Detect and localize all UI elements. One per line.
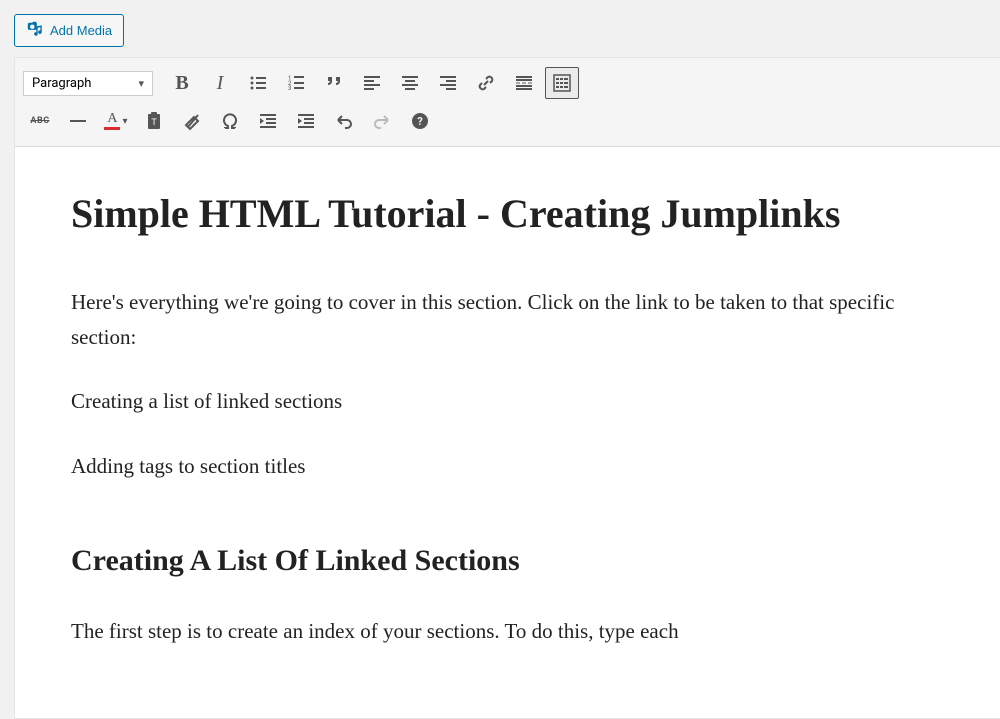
editor-content[interactable]: Simple HTML Tutorial - Creating Jumplink…: [15, 147, 1000, 718]
chevron-down-icon: ▾: [122, 116, 127, 127]
top-bar: Add Media: [0, 0, 1000, 57]
redo-button[interactable]: [365, 105, 399, 137]
bullet-list-button[interactable]: [241, 67, 275, 99]
undo-button[interactable]: [327, 105, 361, 137]
camera-music-icon: [26, 20, 44, 41]
format-dropdown-label: Paragraph: [32, 76, 91, 91]
italic-button[interactable]: I: [203, 67, 237, 99]
align-center-button[interactable]: [393, 67, 427, 99]
text-color-icon: A: [104, 112, 120, 130]
content-paragraph: Creating a list of linked sections: [71, 384, 944, 419]
editor-container: Paragraph B I 123: [14, 57, 1000, 719]
special-character-button[interactable]: [213, 105, 247, 137]
add-media-label: Add Media: [50, 23, 112, 38]
svg-text:?: ?: [417, 115, 423, 128]
content-heading-1: Simple HTML Tutorial - Creating Jumplink…: [71, 191, 944, 237]
add-media-button[interactable]: Add Media: [14, 14, 124, 47]
help-button[interactable]: ?: [403, 105, 437, 137]
horizontal-rule-button[interactable]: [61, 105, 95, 137]
strikethrough-button[interactable]: ABC: [23, 105, 57, 137]
text-color-button[interactable]: A ▾: [99, 105, 133, 137]
bold-button[interactable]: B: [165, 67, 199, 99]
editor-toolbar: Paragraph B I 123: [15, 58, 1000, 147]
paste-as-text-button[interactable]: T: [137, 105, 171, 137]
clear-formatting-button[interactable]: [175, 105, 209, 137]
align-right-button[interactable]: [431, 67, 465, 99]
blockquote-button[interactable]: [317, 67, 351, 99]
svg-text:T: T: [151, 118, 157, 128]
toolbar-toggle-button[interactable]: [545, 67, 579, 99]
read-more-button[interactable]: [507, 67, 541, 99]
format-dropdown[interactable]: Paragraph: [23, 71, 153, 96]
content-paragraph: Here's everything we're going to cover i…: [71, 285, 944, 354]
align-left-button[interactable]: [355, 67, 389, 99]
outdent-button[interactable]: [251, 105, 285, 137]
indent-button[interactable]: [289, 105, 323, 137]
content-paragraph: Adding tags to section titles: [71, 449, 944, 484]
content-paragraph: The first step is to create an index of …: [71, 614, 944, 649]
content-heading-2: Creating A List Of Linked Sections: [71, 544, 944, 578]
toolbar-row-1: Paragraph B I 123: [23, 64, 992, 102]
svg-text:3: 3: [288, 85, 291, 92]
numbered-list-button[interactable]: 123: [279, 67, 313, 99]
toolbar-row-2: ABC A ▾ T: [23, 102, 992, 140]
link-button[interactable]: [469, 67, 503, 99]
